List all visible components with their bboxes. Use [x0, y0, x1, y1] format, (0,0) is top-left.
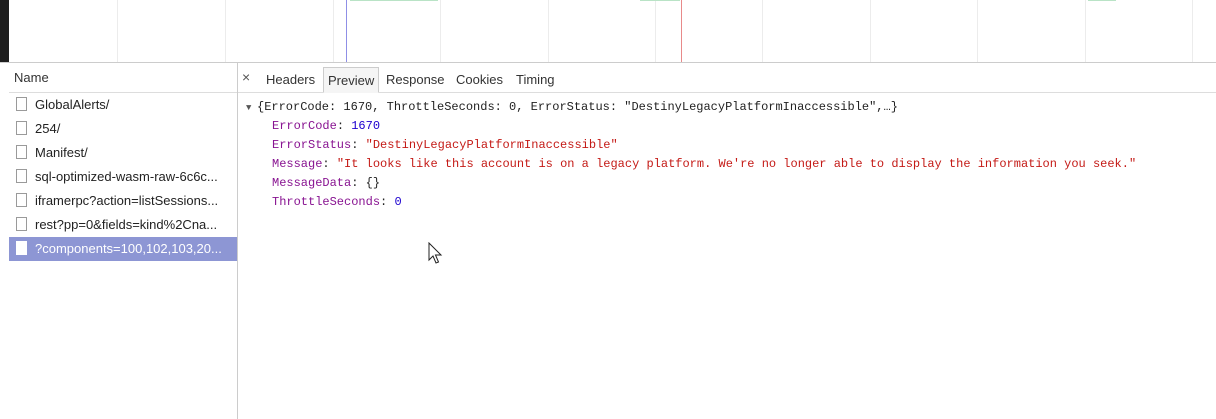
document-icon	[16, 97, 27, 111]
json-property-error-code: ErrorCode: 1670	[238, 117, 1216, 136]
json-property-message: Message: "It looks like this account is …	[238, 155, 1216, 174]
tab-timing[interactable]: Timing	[516, 67, 555, 92]
timeline-gridline	[655, 0, 656, 62]
document-icon	[16, 217, 27, 231]
network-timeline-overview[interactable]	[0, 0, 1216, 63]
property-value: 1670	[351, 119, 381, 133]
load-event-marker	[681, 0, 682, 62]
document-icon	[16, 193, 27, 207]
property-value: 0	[394, 195, 402, 209]
request-name-panel: Name GlobalAlerts/254/Manifest/sql-optim…	[9, 63, 238, 419]
document-icon	[16, 145, 27, 159]
timeline-gridline	[1192, 0, 1193, 62]
close-icon[interactable]: ×	[242, 69, 250, 85]
timeline-gridline	[548, 0, 549, 62]
document-icon	[16, 121, 27, 135]
request-bar	[350, 0, 438, 1]
tab-headers[interactable]: Headers	[266, 67, 315, 92]
tab-cookies[interactable]: Cookies	[456, 67, 503, 92]
timeline-gridline	[440, 0, 441, 62]
timeline-gridline	[117, 0, 118, 62]
timeline-gridline	[870, 0, 871, 62]
json-summary-text: {ErrorCode: 1670, ThrottleSeconds: 0, Er…	[257, 100, 898, 114]
request-list-item[interactable]: GlobalAlerts/	[9, 93, 237, 117]
key-separator: :	[380, 195, 395, 209]
timeline-gridline	[762, 0, 763, 62]
request-name-label: Manifest/	[35, 145, 88, 160]
tab-preview[interactable]: Preview	[323, 67, 380, 93]
request-name-label: iframerpc?action=listSessions...	[35, 193, 219, 208]
request-bar	[1088, 0, 1116, 1]
request-list-item[interactable]: 254/	[9, 117, 237, 141]
property-key: Message	[272, 157, 323, 171]
name-column-header[interactable]: Name	[9, 63, 237, 93]
request-name-label: rest?pp=0&fields=kind%2Cna...	[35, 217, 218, 232]
property-key: ErrorCode	[272, 119, 337, 133]
request-bar	[640, 0, 680, 1]
property-key: ThrottleSeconds	[272, 195, 381, 209]
key-separator: :	[336, 119, 352, 133]
json-property-message-data: MessageData: {}	[238, 174, 1216, 193]
property-key: ErrorStatus	[272, 138, 352, 152]
request-list: GlobalAlerts/254/Manifest/sql-optimized-…	[9, 93, 237, 261]
request-name-label: sql-optimized-wasm-raw-6c6c...	[35, 169, 218, 184]
document-icon	[16, 241, 27, 255]
request-name-label: 254/	[35, 121, 61, 136]
request-list-item[interactable]: iframerpc?action=listSessions...	[9, 189, 237, 213]
document-icon	[16, 169, 27, 183]
timeline-gridline	[333, 0, 334, 62]
json-preview: ▼ {ErrorCode: 1670, ThrottleSeconds: 0, E…	[238, 93, 1216, 212]
timeline-gridline	[225, 0, 226, 62]
property-value: "It looks like this account is on a lega…	[336, 157, 1137, 171]
timeline-gridline	[977, 0, 978, 62]
timeline-gridline	[1085, 0, 1086, 62]
dom-content-loaded-marker	[346, 0, 347, 62]
key-separator: :	[322, 157, 337, 171]
expand-triangle-icon[interactable]: ▼	[246, 99, 257, 118]
property-key: MessageData	[272, 176, 352, 190]
window-edge	[0, 0, 9, 62]
request-name-label: ?components=100,102,103,20...	[35, 241, 222, 256]
json-property-error-status: ErrorStatus: "DestinyLegacyPlatformInacc…	[238, 136, 1216, 155]
mouse-pointer-icon	[428, 242, 443, 264]
request-list-item[interactable]: Manifest/	[9, 141, 237, 165]
details-tab-bar: × Headers Preview Response Cookies Timin…	[238, 63, 1216, 93]
request-list-item[interactable]: rest?pp=0&fields=kind%2Cna...	[9, 213, 237, 237]
property-value: "DestinyLegacyPlatformInaccessible"	[365, 138, 618, 152]
request-name-label: GlobalAlerts/	[35, 97, 110, 112]
property-value: {}	[365, 176, 381, 190]
request-details-panel: × Headers Preview Response Cookies Timin…	[238, 63, 1216, 419]
tab-response[interactable]: Response	[386, 67, 445, 92]
json-root-summary[interactable]: ▼ {ErrorCode: 1670, ThrottleSeconds: 0, E…	[238, 98, 1216, 117]
json-property-throttle-seconds: ThrottleSeconds: 0	[238, 193, 1216, 212]
key-separator: :	[351, 176, 366, 190]
request-list-item[interactable]: ?components=100,102,103,20...	[9, 237, 237, 261]
key-separator: :	[351, 138, 366, 152]
request-list-item[interactable]: sql-optimized-wasm-raw-6c6c...	[9, 165, 237, 189]
